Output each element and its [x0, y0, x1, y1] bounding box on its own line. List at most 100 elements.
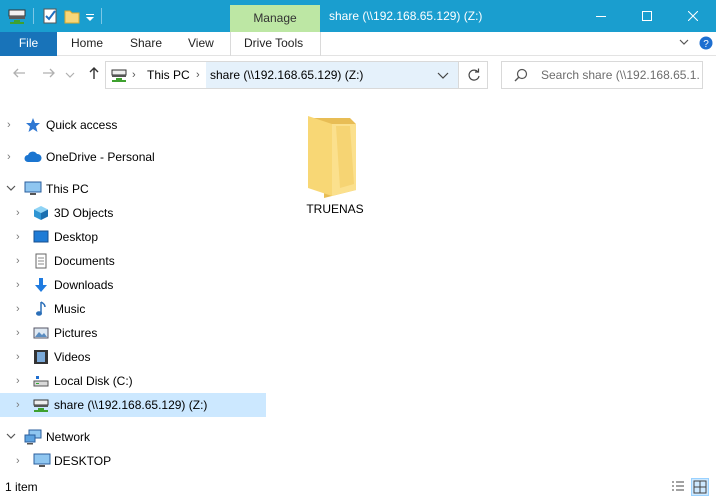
address-dropdown-button[interactable] — [437, 69, 449, 84]
breadcrumb-share[interactable]: share (\\192.168.65.129) (Z:) — [210, 68, 363, 82]
tab-drive-tools[interactable]: Drive Tools — [230, 32, 321, 56]
tab-view[interactable]: View — [188, 32, 214, 56]
sidebar-item-quick-access[interactable]: › Quick access — [0, 113, 266, 137]
large-icons-view-button[interactable] — [691, 478, 709, 496]
search-box[interactable]: Search share (\\192.168.65.1... — [501, 61, 703, 89]
minimize-icon — [596, 16, 606, 17]
refresh-button[interactable] — [467, 68, 481, 85]
chevron-right-icon[interactable]: › — [16, 207, 26, 219]
network-drive-icon[interactable] — [8, 6, 26, 26]
sidebar-item-local-disk[interactable]: › Local Disk (C:) — [0, 369, 266, 393]
address-bar[interactable]: › This PC › share (\\192.168.65.129) (Z:… — [105, 61, 488, 89]
recent-locations-button[interactable] — [64, 66, 76, 84]
refresh-icon — [468, 68, 480, 81]
chevron-right-icon[interactable]: › — [16, 303, 26, 315]
sidebar-item-label: OneDrive - Personal — [46, 150, 155, 164]
tab-manage[interactable]: Manage — [230, 5, 320, 32]
window-title: share (\\192.168.65.129) (Z:) — [329, 9, 483, 23]
sidebar-item-desktop[interactable]: › Desktop — [0, 225, 266, 249]
item-count: 1 item — [5, 480, 38, 494]
sidebar-item-share-drive[interactable]: › share (\\192.168.65.129) (Z:) — [0, 393, 266, 417]
music-icon — [33, 301, 49, 317]
close-button[interactable] — [670, 0, 716, 32]
qa-separator — [33, 8, 34, 24]
pictures-icon — [33, 325, 49, 341]
sidebar-item-label: Documents — [54, 254, 115, 268]
chevron-right-icon[interactable]: › — [16, 375, 26, 387]
breadcrumb-chevron-icon[interactable]: › — [196, 69, 200, 81]
chevron-down-icon[interactable] — [6, 431, 16, 443]
network-drive-icon — [111, 67, 127, 86]
sidebar-item-desktop-pc[interactable]: › DESKTOP — [0, 449, 266, 473]
up-button[interactable] — [85, 66, 103, 84]
sidebar-item-label: Desktop — [54, 230, 99, 244]
chevron-right-icon[interactable]: › — [16, 351, 26, 363]
chevron-right-icon[interactable]: › — [7, 119, 17, 131]
download-icon — [33, 277, 49, 293]
chevron-right-icon[interactable]: › — [16, 279, 26, 291]
tab-file[interactable]: File — [0, 32, 57, 56]
maximize-icon — [642, 11, 652, 21]
sidebar-item-pictures[interactable]: › Pictures — [0, 321, 266, 345]
chevron-right-icon[interactable]: › — [16, 255, 26, 267]
sidebar-item-3d-objects[interactable]: › 3D Objects — [0, 201, 266, 225]
maximize-button[interactable] — [624, 0, 670, 32]
help-icon[interactable]: ? — [698, 36, 714, 52]
monitor-icon — [33, 453, 51, 469]
sidebar-item-network[interactable]: Network — [0, 425, 266, 449]
details-view-button[interactable] — [669, 478, 687, 496]
navigation-pane: › Quick access › OneDrive - Personal Thi… — [0, 108, 268, 472]
breadcrumb-chevron-icon[interactable]: › — [132, 69, 136, 81]
network-icon — [24, 429, 42, 445]
chevron-right-icon[interactable]: › — [16, 455, 26, 467]
ribbon-tabs: File Home Share View Drive Tools ? — [0, 32, 716, 56]
folder-icon — [304, 114, 362, 201]
document-icon — [33, 253, 49, 269]
folder-label: TRUENAS — [306, 202, 364, 216]
tab-share[interactable]: Share — [130, 32, 162, 56]
chevron-right-icon[interactable]: › — [16, 399, 26, 411]
chevron-down-icon — [65, 72, 75, 78]
cube-icon — [33, 205, 49, 221]
status-bar: 1 item — [0, 476, 716, 499]
new-folder-icon[interactable] — [64, 6, 80, 26]
up-arrow-icon — [89, 67, 99, 79]
sidebar-item-documents[interactable]: › Documents — [0, 249, 266, 273]
back-button[interactable] — [10, 66, 28, 84]
forward-arrow-icon — [43, 68, 55, 78]
videos-icon — [33, 349, 49, 365]
star-icon — [25, 117, 41, 133]
expand-ribbon-icon[interactable] — [676, 36, 692, 52]
forward-button[interactable] — [40, 66, 58, 84]
minimize-button[interactable] — [578, 0, 624, 32]
tab-home[interactable]: Home — [71, 32, 103, 56]
search-input[interactable]: Search share (\\192.168.65.1... — [541, 68, 699, 82]
network-drive-icon — [33, 397, 49, 413]
disk-icon — [33, 373, 49, 389]
sidebar-item-label: 3D Objects — [54, 206, 114, 220]
sidebar-item-music[interactable]: › Music — [0, 297, 266, 321]
chevron-right-icon[interactable]: › — [16, 231, 26, 243]
sidebar-item-label: Music — [54, 302, 86, 316]
chevron-down-icon[interactable] — [6, 183, 16, 195]
sidebar-item-label: Pictures — [54, 326, 98, 340]
chevron-right-icon[interactable]: › — [16, 327, 26, 339]
cloud-icon — [24, 149, 42, 165]
sidebar-item-onedrive[interactable]: › OneDrive - Personal — [0, 145, 266, 169]
sidebar-item-label: Network — [46, 430, 91, 444]
sidebar-item-label: Local Disk (C:) — [54, 374, 133, 388]
large-icons-view-icon — [693, 480, 707, 494]
sidebar-item-label: Quick access — [46, 118, 118, 132]
sidebar-item-videos[interactable]: › Videos — [0, 345, 266, 369]
sidebar-item-label: Videos — [54, 350, 91, 364]
sidebar-item-this-pc[interactable]: This PC — [0, 177, 266, 201]
sidebar-item-label: DESKTOP — [54, 454, 112, 468]
chevron-right-icon[interactable]: › — [7, 151, 17, 163]
chevron-down-icon — [437, 72, 449, 79]
customize-qa-dropdown-icon[interactable] — [85, 6, 95, 26]
folder-item-truenas[interactable]: TRUENAS — [300, 114, 370, 218]
breadcrumb-this-pc[interactable]: This PC — [147, 68, 190, 82]
sidebar-item-label: This PC — [46, 182, 89, 196]
properties-icon[interactable] — [42, 6, 58, 26]
sidebar-item-downloads[interactable]: › Downloads — [0, 273, 266, 297]
